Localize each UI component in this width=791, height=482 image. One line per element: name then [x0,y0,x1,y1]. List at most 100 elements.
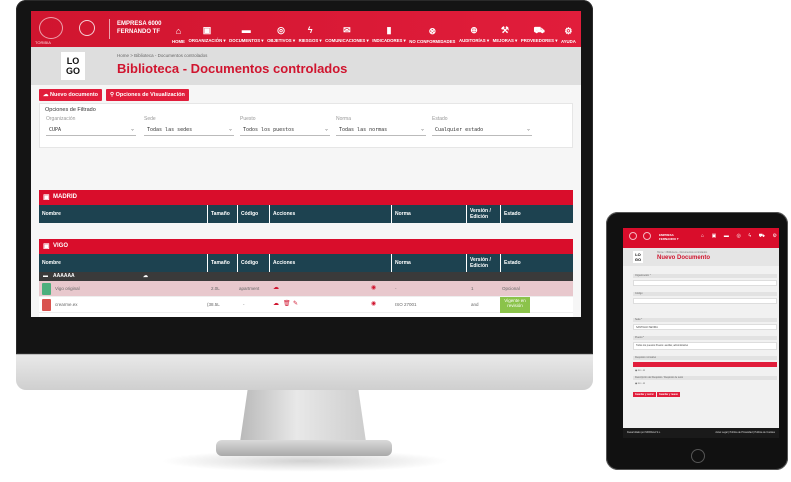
cloud-upload-icon[interactable]: ☁ [143,273,148,279]
nav-item-1[interactable]: ▣ ORGANIZACIÓN ▾ [188,14,227,44]
tablet-app-header: EMPRESA FERNANDO T ⌂ ▣ ▬ ◎ ϟ ⛟ ⚙ [623,228,779,248]
gear-icon[interactable]: ⚙ [772,233,776,240]
nav-item-10[interactable]: ⛟ PROVEEDORES ▾ [520,14,559,44]
nav-label: NO CONFORMIDADES [409,39,456,44]
target-icon[interactable]: ◎ [736,233,740,240]
imac-base [216,440,392,456]
section-header-madrid[interactable]: ▣ MADRID [39,190,573,205]
avatar[interactable] [79,20,95,36]
brand-logo-icon[interactable] [629,232,637,240]
nav-item-8[interactable]: ⊕ AUDITORÍAS ▾ [458,14,490,44]
company-name[interactable]: EMPRESA 6000 FERNANDO TF [117,20,161,36]
filter-select-norma[interactable]: Todas las normas ⌄ [336,125,426,136]
col-nombre[interactable]: Nombre [39,205,61,223]
filter-select-organizacion[interactable]: CUPA ⌄ [46,125,136,136]
folder-icon: ▬ [241,25,251,35]
nav-item-5[interactable]: ✉ COMUNICACIONES ▾ [324,14,369,44]
col-acciones[interactable]: Acciones [269,205,295,223]
briefcase-icon[interactable]: ▣ [712,233,717,240]
file-code: apartment [239,286,260,291]
col-version[interactable]: Versión / Edición [466,205,500,223]
nav-item-4[interactable]: ϟ RIESGOS ▾ [298,14,323,44]
section-name: MADRID [53,194,77,200]
requisito-radio[interactable]: ◉ no ○ si [635,369,645,372]
chevron-down-icon: ⌄ [324,126,328,132]
col-acciones[interactable]: Acciones [269,254,295,272]
brand-logo-icon[interactable] [39,17,63,39]
col-tamano[interactable]: Tamaño [207,254,230,272]
truck-icon[interactable]: ⛟ [759,233,765,240]
cloud-download-icon[interactable]: ☁ [273,300,279,307]
new-document-label: Nuevo documento [50,92,99,98]
save-new-button[interactable]: Guardar y nuevo [657,392,680,397]
folder-row[interactable]: ▬ AAAAAA ☁ [39,272,573,281]
nav-item-6[interactable]: ▮ INDICADORES ▾ [371,14,406,44]
file-name[interactable]: crearme.ex [55,302,78,307]
company-name[interactable]: EMPRESA FERNANDO T [659,233,679,241]
col-codigo[interactable]: Código [237,205,258,223]
table-row[interactable]: Vigo original 2.0L apartment ☁ ◉ - 1 Opc… [39,281,573,297]
footer-links[interactable]: Aviso Legal | Política de Privacidad | P… [715,428,775,438]
breadcrumb[interactable]: Home > Biblioteca - Documentos controlad… [657,251,707,254]
header-divider [109,19,110,39]
puesto-select[interactable]: Todos los puestos Puesto: auxiliar, admi… [633,342,777,350]
nav-label: PROVEEDORES ▾ [520,38,558,43]
file-name[interactable]: Vigo original [55,286,80,291]
col-estado[interactable]: Estado [500,254,521,272]
page-title: Biblioteca - Documentos controlados [117,61,348,76]
organizacion-input[interactable] [633,280,777,286]
save-close-button[interactable]: Guardar y cerrar [633,392,656,397]
folder-icon[interactable]: ▬ [724,233,729,240]
sede-select[interactable]: SANTIAGO SEVIRA [633,324,777,330]
new-document-button[interactable]: ☁ Nuevo documento [39,89,103,101]
cloud-download-icon[interactable]: ☁ [273,284,279,291]
tablet-title-band: LO GO Home > Biblioteca - Documentos con… [623,248,779,266]
table-row[interactable]: crearme.ex (38.5L - ☁ 🗑 ✎ ◉ ISO 27001 an… [39,297,573,313]
company-line2: FERNANDO TF [117,29,160,35]
trash-icon[interactable]: 🗑 [283,300,291,307]
eye-icon[interactable]: ◉ [371,284,376,291]
col-estado[interactable]: Estado [500,205,521,223]
filter-value-estado: Cualquier estado [435,127,484,133]
truck-icon: ⛟ [533,25,545,35]
col-nombre[interactable]: Nombre [39,254,61,272]
home-button[interactable] [691,449,705,463]
nav-item-9[interactable]: ⚒ MEJORAS ▾ [492,14,519,44]
nav-item-2[interactable]: ▬ DOCUMENTOS ▾ [228,14,264,44]
nav-item-7[interactable]: ⊗ NO CONFORMIDADES [408,14,456,44]
edit-icon[interactable]: ✎ [293,300,298,307]
requisito-bar[interactable] [633,362,777,367]
file-icon [42,283,51,295]
nav-item-11[interactable]: ⚙ AYUDA [560,14,577,44]
section-header-vigo[interactable]: ▣ VIGO [39,239,573,254]
building-icon: ▣ [43,194,50,201]
nav-label: AUDITORÍAS ▾ [458,38,489,43]
filter-label-norma: Norma [336,116,352,122]
avatar[interactable] [643,232,651,240]
page-title: Nuevo Documento [657,255,711,261]
table-header: Nombre Tamaño Código Acciones Norma Vers… [39,205,573,223]
filter-label-puesto: Puesto [240,116,256,122]
col-codigo[interactable]: Código [237,254,258,272]
nav-label: AYUDA [560,39,576,44]
col-version[interactable]: Versión / Edición [466,254,500,272]
filter-label-estado: Estado [432,116,448,122]
filter-select-estado[interactable]: Cualquier estado ⌄ [432,125,532,136]
descripcion-radio[interactable]: ◉ no ○ si [635,382,645,385]
field-label-sede: Sede * [633,318,777,322]
col-norma[interactable]: Norma [391,205,411,223]
eye-icon[interactable]: ◉ [371,300,376,307]
codigo-input[interactable] [633,298,777,304]
folder-name: AAAAAA [53,273,75,279]
col-tamano[interactable]: Tamaño [207,205,230,223]
filter-select-puesto[interactable]: Todos los puestos ⌄ [240,125,330,136]
bolt-icon[interactable]: ϟ [748,233,751,240]
nav-item-3[interactable]: ◎ OBJETIVOS ▾ [266,14,296,44]
filter-select-sede[interactable]: Todas las sedes ⌄ [144,125,234,136]
col-norma[interactable]: Norma [391,254,411,272]
view-options-label: Opciones de Visualización [115,92,185,98]
view-options-button[interactable]: ⚲ Opciones de Visualización [106,89,189,101]
nav-item-0[interactable]: ⌂ HOME [171,14,186,44]
breadcrumb[interactable]: Home > Biblioteca - Documentos controlad… [117,53,207,58]
home-icon[interactable]: ⌂ [701,233,704,240]
